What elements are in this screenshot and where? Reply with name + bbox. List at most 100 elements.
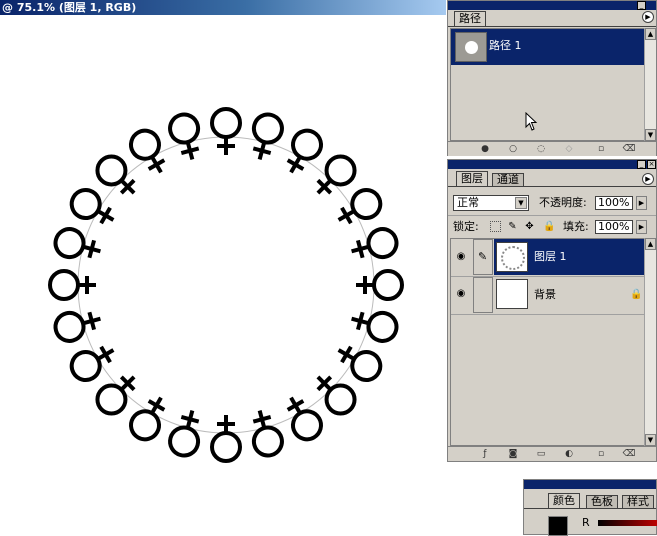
- opacity-slider-arrow-icon[interactable]: ▶: [636, 196, 647, 210]
- venus-symbol: [356, 269, 404, 301]
- lock-transparent-icon[interactable]: [490, 221, 501, 232]
- lock-brush-icon[interactable]: ✎: [507, 221, 518, 232]
- path-row[interactable]: 路径 1: [451, 29, 644, 65]
- document-canvas[interactable]: [0, 15, 446, 535]
- foreground-color-swatch[interactable]: [548, 516, 568, 536]
- venus-symbol: [53, 310, 101, 343]
- scroll-down-icon[interactable]: ▼: [645, 434, 656, 446]
- layers-scrollbar[interactable]: ▲ ▼: [644, 238, 656, 446]
- venus-symbol: [168, 410, 201, 458]
- adjustment-layer-icon[interactable]: ◐: [562, 448, 576, 460]
- opacity-input[interactable]: 100%: [595, 196, 633, 210]
- paths-panel-titlebar[interactable]: [448, 1, 656, 10]
- panel-menu-arrow-icon[interactable]: ▶: [642, 11, 654, 23]
- new-group-icon[interactable]: ▭: [534, 448, 548, 460]
- opacity-value: 100%: [598, 196, 630, 209]
- scroll-up-icon[interactable]: ▲: [645, 28, 656, 40]
- color-panel-titlebar[interactable]: [524, 480, 656, 489]
- layers-panel-titlebar[interactable]: [448, 160, 656, 169]
- color-panel-tabs: 颜色 色板 样式: [524, 492, 656, 508]
- layer-row-background[interactable]: 背景 🔒: [494, 277, 644, 313]
- new-path-icon[interactable]: ▫: [594, 143, 608, 155]
- venus-symbol: [286, 128, 323, 174]
- lock-move-icon[interactable]: ✥: [524, 221, 535, 232]
- venus-symbol: [251, 410, 284, 458]
- scroll-down-icon[interactable]: ▼: [645, 129, 656, 141]
- venus-symbol: [337, 188, 383, 225]
- venus-symbol: [337, 345, 383, 382]
- tab-divider: [524, 508, 656, 509]
- fill-slider-arrow-icon[interactable]: ▶: [636, 220, 647, 234]
- minimize-icon[interactable]: _: [637, 160, 646, 169]
- tab-divider: [448, 186, 656, 187]
- venus-symbol: [351, 310, 399, 343]
- tab-swatches-label: 色板: [591, 495, 613, 508]
- add-mask-icon[interactable]: ◙: [506, 448, 520, 460]
- close-icon[interactable]: ×: [647, 160, 656, 169]
- tab-channels-label: 通道: [497, 173, 519, 186]
- fill-input[interactable]: 100%: [595, 220, 633, 234]
- circle-path-icon: [465, 41, 478, 54]
- document-title: @ 75.1% (图层 1, RGB): [2, 1, 137, 14]
- paths-bottom-bar: ● ○ ◌ ◇ ▫ ⌫: [448, 141, 656, 156]
- venus-symbol: [129, 128, 166, 174]
- load-selection-icon[interactable]: ◌: [534, 143, 548, 155]
- venus-symbol: [69, 345, 115, 382]
- tab-color[interactable]: 颜色: [548, 493, 580, 508]
- ring-thumbnail-icon: [501, 246, 525, 270]
- venus-symbol: [95, 154, 136, 195]
- venus-symbol: [53, 227, 101, 260]
- venus-symbol: [69, 188, 115, 225]
- tab-paths-label: 路径: [459, 12, 481, 25]
- color-panel: 颜色 色板 样式 R: [523, 479, 657, 536]
- fill-path-icon[interactable]: ●: [478, 143, 492, 155]
- minimize-icon[interactable]: _: [637, 1, 646, 10]
- new-layer-icon[interactable]: ▫: [594, 448, 608, 460]
- tab-swatches[interactable]: 色板: [586, 495, 618, 508]
- paths-list: 路径 1: [450, 28, 645, 141]
- layer-thumbnail: [496, 279, 528, 309]
- delete-path-icon[interactable]: ⌫: [622, 143, 636, 155]
- tab-layers-label: 图层: [461, 172, 483, 185]
- lock-label: 锁定:: [453, 220, 479, 233]
- brush-icon: ✎: [478, 250, 488, 263]
- layers-list: ◉ ✎ 图层 1 ◉ 背景 🔒: [450, 238, 645, 446]
- tab-styles-label: 样式: [627, 495, 649, 508]
- opacity-label: 不透明度:: [539, 196, 587, 209]
- layer-style-icon[interactable]: ƒ: [478, 448, 492, 460]
- mouse-cursor-icon: [525, 112, 538, 131]
- path-thumbnail: [455, 32, 487, 62]
- chevron-down-icon[interactable]: ▼: [515, 197, 527, 209]
- venus-symbol: [48, 269, 96, 301]
- venus-symbol: [210, 107, 242, 155]
- path-name: 路径 1: [489, 39, 522, 52]
- fill-value: 100%: [598, 220, 630, 233]
- tab-layers[interactable]: 图层: [456, 171, 488, 186]
- scroll-up-icon[interactable]: ▲: [645, 238, 656, 250]
- divider: [448, 215, 656, 216]
- lock-icon: 🔒: [630, 289, 643, 300]
- tab-channels[interactable]: 通道: [492, 173, 524, 186]
- layer-row-layer1[interactable]: 图层 1: [494, 239, 644, 275]
- visibility-eye-icon[interactable]: ◉: [454, 250, 468, 264]
- visibility-eye-icon[interactable]: ◉: [454, 287, 468, 301]
- venus-symbol: [129, 396, 166, 442]
- paths-scrollbar[interactable]: ▲ ▼: [644, 28, 656, 141]
- venus-symbol: [316, 375, 357, 416]
- lock-all-icon[interactable]: 🔒: [543, 221, 555, 232]
- delete-layer-icon[interactable]: ⌫: [622, 448, 636, 460]
- paths-panel-tabs: 路径: [448, 10, 656, 26]
- panel-menu-arrow-icon[interactable]: ▶: [642, 173, 654, 185]
- red-channel-slider[interactable]: [598, 520, 657, 526]
- layer-link-cell[interactable]: [473, 277, 493, 313]
- tab-paths[interactable]: 路径: [454, 11, 486, 26]
- document-title-bar[interactable]: @ 75.1% (图层 1, RGB): [0, 0, 446, 15]
- layer-link-cell[interactable]: ✎: [473, 239, 493, 275]
- stroke-path-icon[interactable]: ○: [506, 143, 520, 155]
- layer-name: 背景: [534, 288, 556, 301]
- tab-styles[interactable]: 样式: [622, 495, 654, 508]
- venus-symbol: [95, 375, 136, 416]
- blend-mode-select[interactable]: 正常 ▼: [453, 195, 529, 211]
- tab-color-label: 颜色: [553, 494, 575, 507]
- make-work-path-icon[interactable]: ◇: [562, 143, 576, 155]
